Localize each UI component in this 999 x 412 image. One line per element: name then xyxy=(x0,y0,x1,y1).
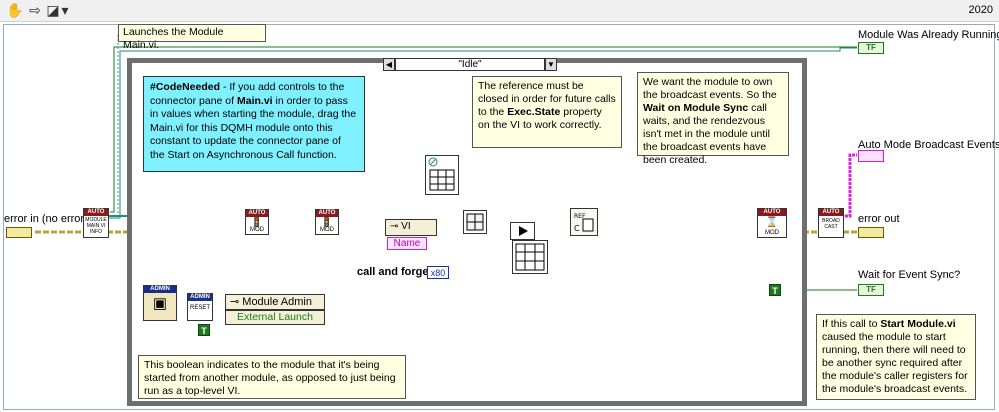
error-out-label: error out xyxy=(858,213,900,225)
connector-pane-icon xyxy=(515,243,545,271)
module-admin-class-constant[interactable]: ADMIN ▣ xyxy=(143,285,177,321)
external-launch-property[interactable]: External Launch xyxy=(225,310,325,325)
reference-note: The reference must be closed in order fo… xyxy=(472,76,622,148)
boolean-note: This boolean indicates to the module tha… xyxy=(138,355,406,399)
admin-reset-vi[interactable]: ADMIN RESET xyxy=(187,293,213,321)
error-out-terminal[interactable] xyxy=(858,227,884,238)
close-reference[interactable]: REF C xyxy=(570,208,598,236)
case-selector[interactable]: "Idle" xyxy=(395,58,545,71)
wait-sync-true-constant[interactable]: T xyxy=(769,284,781,296)
start-async-call[interactable] xyxy=(510,222,535,240)
vi-property-node[interactable]: ⊸ VI xyxy=(385,219,437,236)
start-module-note: If this call to Start Module.vi caused t… xyxy=(816,314,976,400)
broadcast-events-vi[interactable]: AUTO BROAD CAST xyxy=(818,208,844,238)
module-main-vi-info[interactable]: AUTO MODULE MAIN VI INFO xyxy=(83,208,109,238)
broadcast-note: We want the module to own the broadcast … xyxy=(637,72,789,166)
grid-icon xyxy=(466,213,484,231)
auto-mod-vi-1[interactable]: AUTO 🚦 MOD xyxy=(245,209,269,235)
error-in-terminal[interactable] xyxy=(6,227,32,238)
wait-sync-label: Wait for Event Sync? xyxy=(858,269,961,281)
key-icon: ⊸ xyxy=(390,221,399,232)
auto-mod-vi-2[interactable]: AUTO 🚦 MOD xyxy=(315,209,339,235)
module-running-terminal[interactable]: TF xyxy=(858,42,884,54)
key-icon: ⊸ xyxy=(230,296,240,308)
true-constant[interactable]: T xyxy=(198,324,210,336)
open-vi-reference[interactable] xyxy=(425,155,459,195)
open-vi-ref-function[interactable] xyxy=(463,210,487,234)
case-next-arrow[interactable]: ▼ xyxy=(545,58,557,71)
connector-pane[interactable] xyxy=(512,240,548,274)
launch-note: Launches the Module Main.vi. xyxy=(118,24,266,51)
x80-constant[interactable]: x80 xyxy=(427,266,449,279)
wait-on-module-sync[interactable]: AUTO ⌛ MOD xyxy=(757,208,787,238)
wait-sync-terminal[interactable]: TF xyxy=(858,284,884,296)
module-running-label: Module Was Already Running? xyxy=(858,29,999,41)
auto-mode-terminal[interactable] xyxy=(858,150,884,162)
error-in-label: error in (no error) xyxy=(4,213,88,225)
module-admin-property[interactable]: ⊸ Module Admin xyxy=(225,294,325,310)
run-arrow-icon xyxy=(519,226,528,236)
case-prev-arrow[interactable]: ◀ xyxy=(383,58,395,71)
code-needed-note: #CodeNeeded - If you add controls to the… xyxy=(143,76,365,172)
call-and-forget-label: call and forget xyxy=(357,266,433,278)
hourglass-icon: ⌛ xyxy=(765,217,779,228)
cube-icon: ▣ xyxy=(152,295,168,312)
svg-text:C: C xyxy=(574,224,580,233)
close-ref-icon: REFC xyxy=(574,213,594,233)
name-property[interactable]: Name xyxy=(387,237,427,250)
strict-vi-ref-icon xyxy=(428,157,455,191)
